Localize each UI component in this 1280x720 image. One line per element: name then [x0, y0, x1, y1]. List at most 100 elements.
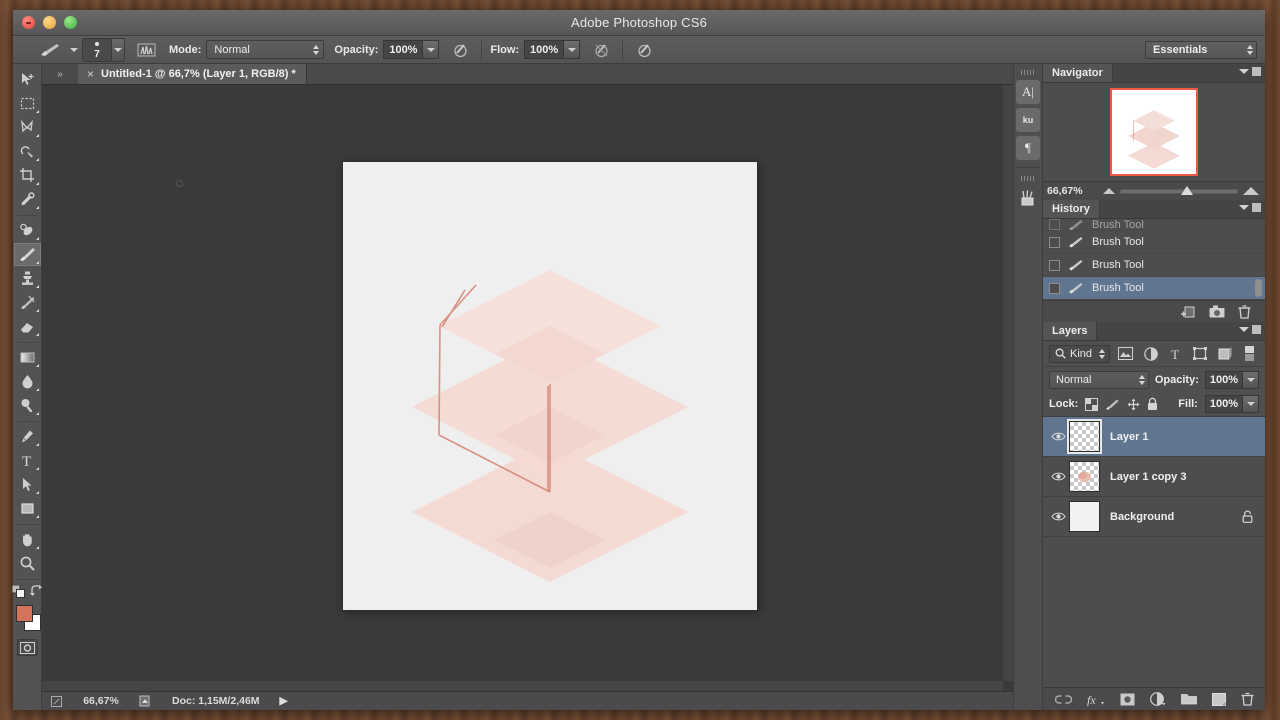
layer-blend-mode-select[interactable]: Normal: [1049, 370, 1149, 389]
hand-tool[interactable]: [14, 528, 41, 551]
layer-row[interactable]: Layer 1 copy 3: [1043, 457, 1265, 497]
window-controls[interactable]: [22, 16, 77, 29]
layers-fill-value[interactable]: 100%: [1204, 395, 1243, 413]
resize-grip-icon[interactable]: [42, 695, 70, 707]
kuler-panel-icon[interactable]: ku: [1016, 108, 1040, 132]
status-expand-icon[interactable]: ▶: [280, 695, 288, 707]
brush-size-stepper[interactable]: [112, 37, 125, 62]
filter-type-layers-icon[interactable]: T: [1167, 345, 1185, 363]
layers-panel-menu-icon[interactable]: [1239, 325, 1261, 334]
canvas-vertical-scrollbar[interactable]: [1003, 85, 1013, 681]
quick-selection-tool[interactable]: [14, 140, 41, 163]
layer-row[interactable]: Layer 1: [1043, 417, 1265, 457]
zoom-button[interactable]: [64, 16, 77, 29]
layer-style-fx-icon[interactable]: fx: [1087, 693, 1105, 706]
layer-name[interactable]: Background: [1110, 511, 1174, 523]
new-layer-icon[interactable]: [1211, 692, 1226, 706]
zoom-slider-knob[interactable]: [1181, 185, 1194, 195]
close-button[interactable]: [22, 16, 35, 29]
layer-row[interactable]: Background: [1043, 497, 1265, 537]
lock-all-icon[interactable]: [1147, 397, 1158, 411]
history-item[interactable]: Brush Tool: [1043, 231, 1265, 254]
document-tab[interactable]: × Untitled-1 @ 66,7% (Layer 1, RGB/8) *: [78, 64, 307, 84]
layers-opacity-dropdown-icon[interactable]: [1243, 370, 1259, 389]
navigator-thumbnail[interactable]: [1110, 88, 1198, 176]
swap-colors-icon[interactable]: [29, 584, 43, 598]
history-item[interactable]: Brush Tool: [1043, 254, 1265, 277]
gradient-tool[interactable]: [14, 346, 41, 369]
new-adjustment-layer-icon[interactable]: [1149, 692, 1166, 706]
workspace-select[interactable]: Essentials: [1145, 40, 1257, 59]
zoom-out-icon[interactable]: [1103, 188, 1115, 194]
minimize-button[interactable]: [43, 16, 56, 29]
history-scrollbar[interactable]: [1255, 279, 1262, 297]
crop-tool[interactable]: [14, 164, 41, 187]
brush-panel-toggle-icon[interactable]: [133, 39, 159, 61]
layer-name[interactable]: Layer 1 copy 3: [1110, 471, 1186, 483]
navigator-zoom-value[interactable]: 66,67%: [1043, 185, 1103, 197]
tablet-pressure-size-icon[interactable]: [631, 39, 657, 61]
navigator-zoom-slider[interactable]: [1103, 185, 1265, 195]
flow-dropdown-icon[interactable]: [564, 40, 581, 59]
brush-size-field[interactable]: 7: [82, 37, 112, 62]
filter-toggle-icon[interactable]: [1241, 345, 1259, 363]
lasso-tool[interactable]: [14, 116, 41, 139]
delete-layer-icon[interactable]: [1241, 692, 1254, 706]
tab-navigator[interactable]: Navigator: [1043, 64, 1113, 82]
tab-layers[interactable]: Layers: [1043, 322, 1098, 340]
blur-tool[interactable]: [14, 370, 41, 393]
history-snapshot-box[interactable]: [1049, 219, 1060, 230]
flow-value[interactable]: 100%: [524, 40, 565, 59]
quick-mask-toggle-icon[interactable]: [16, 639, 38, 656]
filter-shape-layers-icon[interactable]: [1192, 345, 1210, 363]
color-swatches[interactable]: [13, 603, 42, 635]
character-panel-icon[interactable]: A|: [1016, 80, 1040, 104]
airbrush-pressure-opacity-icon[interactable]: [447, 39, 473, 61]
paragraph-panel-icon[interactable]: ¶: [1016, 136, 1040, 160]
rectangular-marquee-tool[interactable]: [14, 92, 41, 115]
filter-pixel-layers-icon[interactable]: [1117, 345, 1135, 363]
lock-position-icon[interactable]: [1127, 398, 1140, 411]
zoom-in-icon[interactable]: [1243, 187, 1259, 195]
canvas-viewport[interactable]: [42, 85, 1013, 691]
layer-thumbnail[interactable]: [1069, 461, 1100, 492]
new-document-from-state-icon[interactable]: [1181, 305, 1196, 319]
history-list[interactable]: Brush Tool Brush Tool Brush Tool Brush T…: [1043, 219, 1265, 300]
history-snapshot-box[interactable]: [1049, 259, 1060, 271]
layer-visibility-eye-icon[interactable]: [1047, 471, 1069, 482]
canvas-horizontal-scrollbar[interactable]: [42, 681, 1003, 691]
history-item[interactable]: Brush Tool: [1043, 219, 1265, 231]
canvas[interactable]: [343, 162, 757, 610]
history-snapshot-box[interactable]: [1049, 282, 1060, 294]
airbrush-icon[interactable]: [588, 39, 614, 61]
layers-fill-dropdown-icon[interactable]: [1243, 395, 1259, 413]
spot-healing-brush-tool[interactable]: [14, 219, 41, 242]
eraser-tool[interactable]: [14, 315, 41, 338]
layer-thumbnail[interactable]: [1069, 501, 1100, 532]
blend-mode-select[interactable]: Normal: [206, 40, 325, 59]
layer-visibility-eye-icon[interactable]: [1047, 511, 1069, 522]
zoom-slider-track[interactable]: [1120, 185, 1238, 195]
history-panel-menu-icon[interactable]: [1239, 203, 1261, 212]
foreground-color-swatch[interactable]: [15, 605, 33, 622]
opacity-value[interactable]: 100%: [383, 40, 424, 59]
layers-opacity-value[interactable]: 100%: [1204, 370, 1243, 389]
document-preview-icon[interactable]: [132, 695, 158, 707]
pen-tool[interactable]: [14, 425, 41, 448]
eyedropper-tool[interactable]: [14, 188, 41, 211]
tool-presets-panel-icon[interactable]: [1016, 186, 1040, 210]
clone-stamp-tool[interactable]: [14, 267, 41, 290]
horizontal-type-tool[interactable]: T: [14, 449, 41, 472]
navigator-body[interactable]: [1043, 83, 1265, 181]
opacity-dropdown-icon[interactable]: [423, 40, 440, 59]
new-group-icon[interactable]: [1180, 693, 1197, 705]
brush-preset-chevron-down-icon[interactable]: [70, 47, 78, 52]
filter-adjustment-layers-icon[interactable]: [1142, 345, 1160, 363]
brush-tool[interactable]: [13, 243, 41, 266]
dock-grip[interactable]: [1021, 70, 1035, 75]
lock-transparent-pixels-icon[interactable]: [1085, 397, 1099, 411]
default-colors-icon[interactable]: [11, 584, 25, 598]
layer-visibility-eye-icon[interactable]: [1047, 431, 1069, 442]
rectangle-tool[interactable]: [14, 497, 41, 520]
add-layer-mask-icon[interactable]: [1120, 693, 1135, 706]
